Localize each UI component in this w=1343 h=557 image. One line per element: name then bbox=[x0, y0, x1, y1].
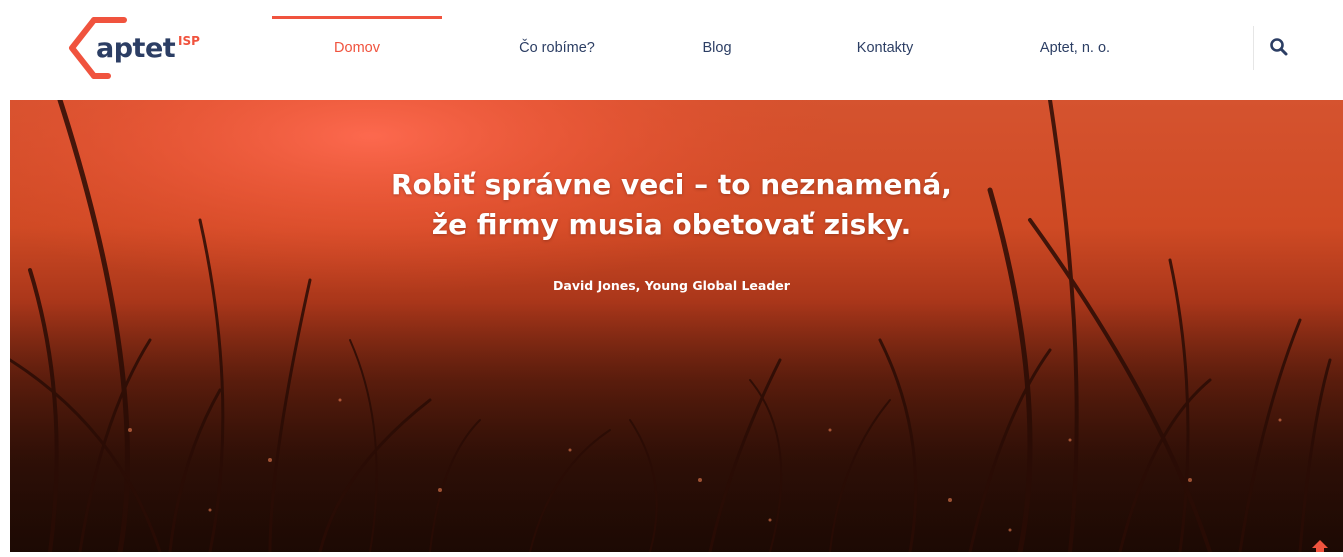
site-header: aptet ISP Domov Čo robíme? Blog Kontakty… bbox=[0, 0, 1343, 100]
nav-item-blog[interactable]: Blog bbox=[632, 0, 802, 100]
hero-quote-author: David Jones, Young Global Leader bbox=[553, 278, 790, 293]
nav-item-domov[interactable]: Domov bbox=[272, 0, 442, 100]
nav-item-aptet-no[interactable]: Aptet, n. o. bbox=[990, 0, 1160, 100]
search-button[interactable] bbox=[1268, 36, 1290, 58]
logo-suffix: ISP bbox=[178, 34, 200, 48]
header-divider bbox=[1253, 26, 1254, 70]
nav-item-co-robime[interactable]: Čo robíme? bbox=[472, 0, 642, 100]
hero-quote-line-2: že firmy musia obetovať zisky. bbox=[431, 208, 912, 241]
nav-item-kontakty[interactable]: Kontakty bbox=[800, 0, 970, 100]
arrow-up-icon bbox=[1312, 540, 1328, 552]
hero-quote-line-1: Robiť správne veci – to neznamená, bbox=[391, 168, 952, 201]
hero-quote: Robiť správne veci – to neznamená, že fi… bbox=[0, 165, 1343, 245]
search-icon bbox=[1270, 38, 1288, 56]
scroll-to-top-button[interactable] bbox=[1308, 528, 1332, 552]
brand-logo[interactable]: aptet ISP bbox=[68, 12, 228, 84]
logo-wordmark: aptet bbox=[96, 33, 176, 64]
